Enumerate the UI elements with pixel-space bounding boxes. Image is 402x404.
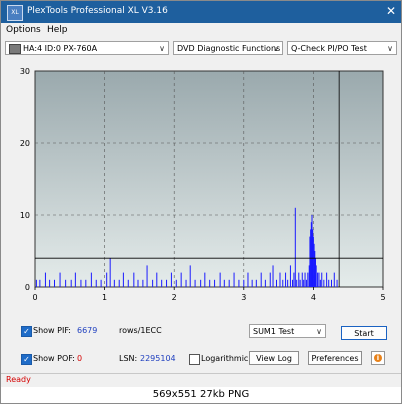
function-select[interactable]: DVD Diagnostic Functions ∨	[173, 41, 283, 55]
x-tick-label: 3	[241, 293, 246, 302]
x-tick-label: 4	[311, 293, 316, 302]
chart-panel: 0 1 2 3 4 5 0 10 20 30	[5, 61, 397, 313]
test-select[interactable]: Q-Check PI/PO Test ∨	[287, 41, 397, 55]
image-caption: 569x551 27kb PNG	[1, 387, 401, 403]
info-button[interactable]: i	[371, 351, 385, 365]
start-button[interactable]: Start	[341, 326, 387, 340]
app-icon: XL	[7, 5, 23, 21]
close-icon[interactable]: ✕	[383, 3, 399, 19]
app-window: XL PlexTools Professional XL V3.16 ✕ Opt…	[0, 0, 402, 404]
y-tick-label: 0	[25, 283, 30, 292]
chevron-down-icon: ∨	[273, 44, 279, 53]
chevron-down-icon: ∨	[159, 44, 165, 53]
pof-value: 0	[77, 354, 83, 363]
status-bar: Ready	[1, 373, 401, 387]
x-tick-label: 5	[380, 293, 385, 302]
sum-test-select-value: SUM1 Test	[253, 327, 295, 336]
x-tick-label: 0	[32, 293, 37, 302]
controls-panel: ✓ Show PIF: 6679 rows/1ECC SUM1 Test ∨ S…	[1, 317, 401, 377]
pif-value: 6679	[77, 326, 98, 335]
title-bar: XL PlexTools Professional XL V3.16 ✕	[1, 1, 401, 23]
lsn-value: 2295104	[140, 354, 176, 363]
lsn-label: LSN:	[119, 354, 138, 363]
view-log-button[interactable]: View Log	[249, 351, 299, 365]
window-title: PlexTools Professional XL V3.16	[27, 6, 168, 16]
drive-select[interactable]: HA:4 ID:0 PX-760A ∨	[5, 41, 169, 55]
x-tick-label: 2	[172, 293, 177, 302]
status-text: Ready	[6, 375, 31, 384]
info-icon: i	[374, 354, 382, 362]
y-tick-label: 20	[20, 139, 30, 148]
menu-help[interactable]: Help	[47, 25, 68, 35]
drive-select-value: HA:4 ID:0 PX-760A	[23, 44, 98, 53]
show-pof-label: Show POF:	[33, 354, 75, 363]
x-tick-label: 1	[102, 293, 107, 302]
preferences-button[interactable]: Preferences	[308, 351, 362, 365]
plot-background	[34, 70, 384, 288]
show-pof-checkbox[interactable]: ✓	[21, 354, 32, 365]
pi-po-chart: 0 1 2 3 4 5 0 10 20 30	[20, 67, 386, 302]
chevron-down-icon: ∨	[316, 327, 322, 336]
logarithmic-label: Logarithmic	[201, 354, 249, 363]
show-pif-label: Show PIF:	[33, 326, 71, 335]
chevron-down-icon: ∨	[387, 44, 393, 53]
menu-options[interactable]: Options	[6, 25, 41, 35]
y-tick-label: 30	[20, 67, 30, 76]
sum-test-select[interactable]: SUM1 Test ∨	[249, 324, 326, 338]
drive-icon	[9, 43, 21, 54]
test-select-value: Q-Check PI/PO Test	[291, 44, 367, 53]
function-select-value: DVD Diagnostic Functions	[177, 44, 281, 53]
logarithmic-checkbox[interactable]	[189, 354, 200, 365]
toolbar: HA:4 ID:0 PX-760A ∨ DVD Diagnostic Funct…	[1, 39, 401, 59]
pif-unit-label: rows/1ECC	[119, 326, 162, 335]
show-pif-checkbox[interactable]: ✓	[21, 326, 32, 337]
menu-bar: Options Help	[1, 23, 401, 38]
y-tick-label: 10	[20, 211, 30, 220]
